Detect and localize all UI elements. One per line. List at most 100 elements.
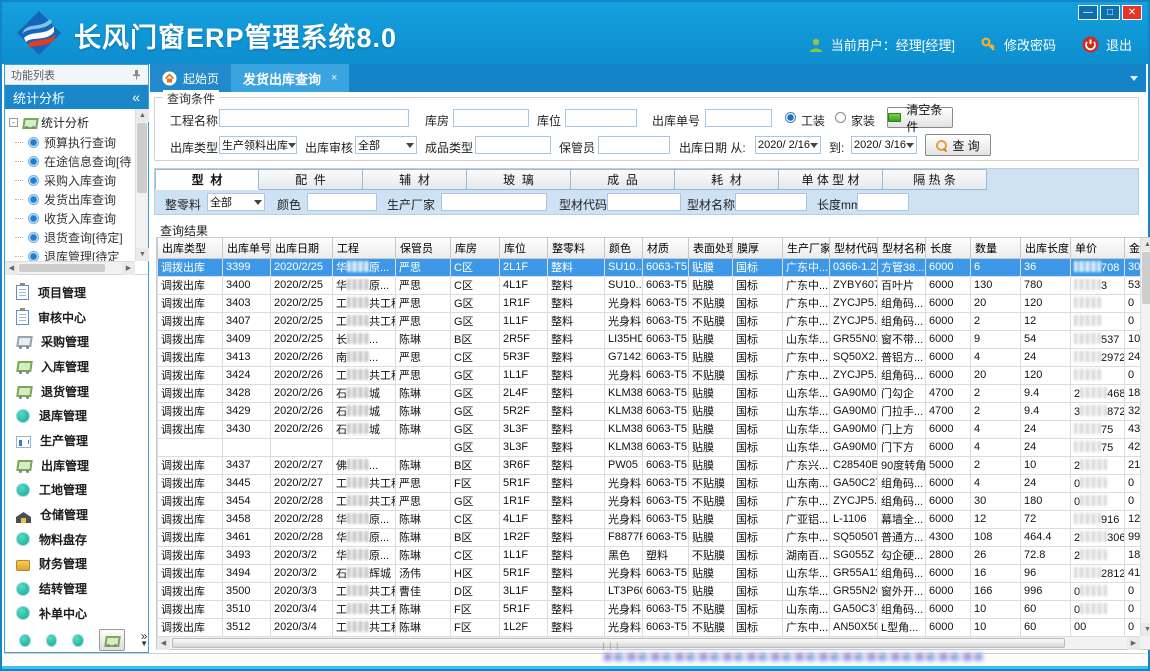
column-header[interactable]: 库位 bbox=[500, 238, 548, 258]
table-row[interactable]: 调拨出库34072020/2/25工共工程严思G区1L1F整料光身料6063-T… bbox=[158, 312, 1141, 330]
column-header[interactable]: 长度 bbox=[926, 238, 971, 258]
outbound-audit-select[interactable]: 全部 bbox=[355, 136, 417, 154]
more-modules-button[interactable]: »▼ bbox=[140, 632, 148, 648]
sidebar-module-退库管理[interactable]: 退库管理 bbox=[5, 403, 148, 428]
tree-item[interactable]: 收货入库查询 bbox=[27, 209, 135, 228]
scroll-up-icon[interactable]: ▲ bbox=[1141, 238, 1150, 251]
tree-item[interactable]: 采购入库查询 bbox=[27, 171, 135, 190]
column-header[interactable]: 型材代码 bbox=[830, 238, 878, 258]
table-row[interactable]: 调拨出库34092020/2/25长...陈琳B区2R5F整料LI35HD606… bbox=[158, 330, 1141, 348]
module-dot-icon[interactable] bbox=[46, 634, 58, 647]
column-header[interactable]: 材质 bbox=[643, 238, 689, 258]
column-header[interactable]: 保管员 bbox=[396, 238, 451, 258]
scroll-up-icon[interactable]: ▲ bbox=[136, 109, 149, 122]
table-row[interactable]: 调拨出库34942020/3/2石辉城汤伟H区5R1F整料光身料6063-T5贴… bbox=[158, 564, 1141, 582]
sidebar-module-仓储管理[interactable]: 仓储管理 bbox=[5, 502, 148, 527]
material-tab[interactable]: 型 材 bbox=[155, 169, 259, 190]
search-button[interactable]: 查 询 bbox=[925, 134, 991, 156]
material-tab[interactable]: 玻 璃 bbox=[467, 169, 571, 190]
column-header[interactable]: 膜厚 bbox=[733, 238, 783, 258]
column-header[interactable]: 出库类型 bbox=[158, 238, 223, 258]
date-to-select[interactable]: 2020/ 3/16 bbox=[851, 136, 917, 154]
scroll-left-icon[interactable]: ◀ bbox=[5, 262, 18, 275]
project-name-input[interactable] bbox=[219, 109, 409, 127]
sidebar-module-工地管理[interactable]: 工地管理 bbox=[5, 478, 148, 503]
tab-list-caret-icon[interactable] bbox=[1130, 76, 1138, 81]
material-tab[interactable]: 配 件 bbox=[259, 169, 363, 190]
table-row[interactable]: 调拨出库34932020/3/2华原...陈琳C区1L1F整料黑色塑料不贴膜国标… bbox=[158, 546, 1141, 564]
material-tab[interactable]: 成 品 bbox=[571, 169, 675, 190]
sidebar-module-退货管理[interactable]: 退货管理 bbox=[5, 379, 148, 404]
column-header[interactable]: 单价 bbox=[1071, 238, 1125, 258]
column-header[interactable]: 整零料 bbox=[548, 238, 605, 258]
column-header[interactable]: 库房 bbox=[451, 238, 500, 258]
location-input[interactable] bbox=[565, 109, 637, 127]
sidebar-module-物料盘存[interactable]: 物料盘存 bbox=[5, 527, 148, 552]
collapse-icon[interactable]: « bbox=[132, 89, 140, 105]
order-no-input[interactable] bbox=[705, 109, 772, 127]
table-row[interactable]: 调拨出库35122020/3/4工共工程陈琳F区1L2F整料光身料6063-T5… bbox=[158, 618, 1141, 636]
scroll-right-icon[interactable]: ▶ bbox=[122, 262, 135, 275]
sidebar-module-财务管理[interactable]: 财务管理 bbox=[5, 552, 148, 577]
scroll-down-icon[interactable]: ▼ bbox=[136, 248, 149, 261]
column-header[interactable]: 颜色 bbox=[605, 238, 643, 258]
material-tab[interactable]: 单 体 型 材 bbox=[779, 169, 883, 190]
radio-jiazhuang[interactable] bbox=[835, 112, 846, 123]
pin-icon[interactable] bbox=[131, 69, 142, 80]
profile-code-input[interactable] bbox=[607, 193, 681, 211]
material-tab[interactable]: 耗 材 bbox=[675, 169, 779, 190]
tab-close-icon[interactable]: × bbox=[331, 72, 337, 84]
column-header[interactable]: 出库日期 bbox=[271, 238, 333, 258]
table-row[interactable]: 调拨出库34452020/2/27工共工程严思F区5R1F整料光身料6063-T… bbox=[158, 474, 1141, 492]
table-row[interactable]: 调拨出库35102020/3/4工共工程陈琳F区5R1F整料光身料6063-T5… bbox=[158, 600, 1141, 618]
expander-icon[interactable]: - bbox=[9, 118, 18, 127]
sidebar-module-生产管理[interactable]: 生产管理 bbox=[5, 428, 148, 453]
scroll-right-icon[interactable]: ▶ bbox=[1127, 637, 1140, 650]
scroll-down-icon[interactable]: ▼ bbox=[1141, 623, 1150, 636]
column-header[interactable]: 金 bbox=[1125, 238, 1141, 258]
tree-item[interactable]: 发货出库查询 bbox=[27, 190, 135, 209]
module-dot-icon[interactable] bbox=[19, 634, 31, 647]
sidebar-section-header[interactable]: 统计分析 « bbox=[5, 85, 148, 109]
sidebar-module-采购管理[interactable]: 采购管理 bbox=[5, 329, 148, 354]
module-cart-button[interactable] bbox=[99, 629, 125, 651]
product-type-input[interactable] bbox=[475, 136, 551, 154]
table-row[interactable]: 调拨出库33992020/2/25华原...严思C区2L1F整料SU10...6… bbox=[158, 258, 1141, 276]
tree-vertical-scrollbar[interactable]: ▲ ▼ bbox=[135, 109, 148, 261]
table-row[interactable]: 调拨出库34372020/2/27佛...陈琳B区3R6F整料PW056063-… bbox=[158, 456, 1141, 474]
column-header[interactable]: 型材名称 bbox=[878, 238, 926, 258]
table-row[interactable]: 调拨出库34282020/2/26石城陈琳G区2L4F整料KLM38176063… bbox=[158, 384, 1141, 402]
tab-shipping-outbound-query[interactable]: 发货出库查询 × bbox=[231, 64, 349, 92]
change-password-link[interactable]: 修改密码 bbox=[1004, 35, 1056, 54]
column-header[interactable]: 工程 bbox=[333, 238, 396, 258]
column-header[interactable]: 生产厂家 bbox=[783, 238, 830, 258]
table-row[interactable]: 调拨出库34002020/2/25华原...严思C区4L1F整料SU10...6… bbox=[158, 276, 1141, 294]
whole-part-select[interactable]: 全部 bbox=[207, 193, 265, 211]
warehouse-input[interactable] bbox=[453, 109, 529, 127]
tab-home[interactable]: 起始页 bbox=[150, 64, 231, 92]
table-row[interactable]: G区3L3F整料KLM38176063-T5贴膜国标山东华...GA90M09.… bbox=[158, 438, 1141, 456]
keeper-input[interactable] bbox=[598, 136, 670, 154]
module-dot-icon[interactable] bbox=[72, 634, 84, 647]
table-row[interactable]: 调拨出库34132020/2/26南...严思C区5R3F整料G71422606… bbox=[158, 348, 1141, 366]
table-row[interactable]: 调拨出库34292020/2/26石城陈琳G区5R2F整料KLM38176063… bbox=[158, 402, 1141, 420]
minimize-button[interactable]: — bbox=[1078, 5, 1098, 20]
table-row[interactable]: 调拨出库34542020/2/28工共工程严思G区1R1F整料光身料6063-T… bbox=[158, 492, 1141, 510]
table-row[interactable]: 调拨出库34612020/2/28华原...陈琳B区1R2F整料F8877FT6… bbox=[158, 528, 1141, 546]
tree-root[interactable]: - 统计分析 bbox=[9, 112, 135, 133]
material-tab[interactable]: 辅 材 bbox=[363, 169, 467, 190]
radio-gongzhuang[interactable] bbox=[785, 112, 796, 123]
scroll-left-icon[interactable]: ◀ bbox=[157, 637, 170, 650]
grid-horizontal-scrollbar[interactable]: ◀ ❘❘❘ ▶ bbox=[157, 636, 1140, 649]
outbound-type-select[interactable]: 生产领料出库 bbox=[219, 136, 297, 154]
profile-name-input[interactable] bbox=[735, 193, 807, 211]
manufacturer-input[interactable] bbox=[441, 193, 547, 211]
color-input[interactable] bbox=[307, 193, 377, 211]
tree-item[interactable]: 预算执行查询 bbox=[27, 133, 135, 152]
column-header[interactable]: 出库单号 bbox=[223, 238, 271, 258]
sidebar-module-补单中心[interactable]: 补单中心 bbox=[5, 601, 148, 626]
sidebar-module-入库管理[interactable]: 入库管理 bbox=[5, 354, 148, 379]
length-input[interactable] bbox=[857, 193, 909, 211]
tree-item[interactable]: 在途信息查询[待 bbox=[27, 152, 135, 171]
tree-item[interactable]: 退货查询[待定] bbox=[27, 228, 135, 247]
